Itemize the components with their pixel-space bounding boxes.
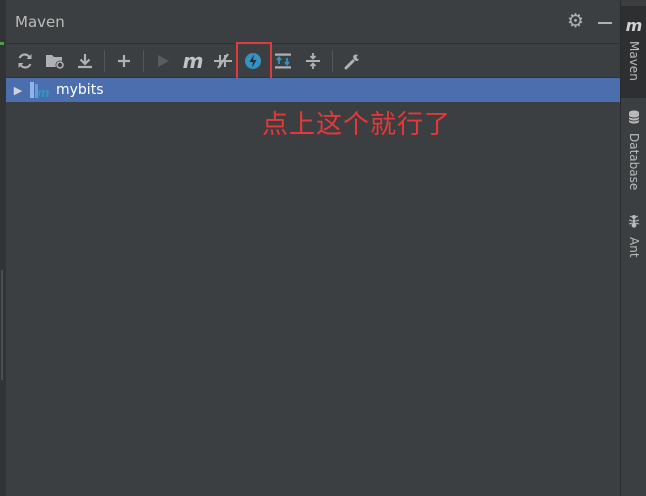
skip-tests-button[interactable] (236, 41, 272, 80)
folder-sync-icon (46, 54, 65, 69)
toggle-offline-button[interactable] (208, 46, 238, 76)
dependencies-icon (275, 53, 291, 68)
wrench-icon (344, 54, 359, 69)
project-name: mybits (56, 82, 104, 98)
toolbar-separator (332, 49, 333, 72)
stripe-database[interactable]: Database (621, 100, 646, 200)
right-tool-stripe: m Maven Database Ant (620, 0, 646, 496)
download-sources-button[interactable] (70, 46, 100, 76)
stripe-label: Ant (627, 237, 641, 258)
stripe-ant[interactable]: Ant (621, 204, 646, 264)
stripe-label: Maven (627, 41, 641, 81)
gutter-line (1, 270, 3, 380)
maven-project-icon: m (28, 80, 50, 100)
ant-icon (627, 214, 641, 231)
svg-text:m: m (37, 86, 50, 100)
stripe-label: Database (627, 133, 641, 191)
change-marker (0, 42, 4, 45)
reload-all-button[interactable] (10, 46, 40, 76)
run-button[interactable] (148, 46, 178, 76)
refresh-icon (18, 52, 32, 69)
plus-icon (118, 54, 130, 67)
play-icon (158, 54, 169, 67)
database-icon (628, 110, 640, 127)
add-project-button[interactable] (109, 46, 139, 76)
maven-settings-button[interactable] (337, 46, 367, 76)
maven-m-icon: m (625, 16, 643, 35)
collapse-icon (306, 52, 320, 69)
download-icon (78, 53, 92, 68)
collapse-all-button[interactable] (298, 46, 328, 76)
execute-goal-button[interactable]: m (178, 46, 208, 76)
toolbar-separator (104, 49, 105, 72)
gear-icon[interactable]: ⚙ (567, 12, 584, 31)
project-tree: ▶ m mybits (6, 78, 620, 102)
annotation-highlight-box (236, 41, 272, 80)
annotation-text: 点上这个就行了 (262, 110, 452, 140)
tool-window-title: Maven (15, 12, 65, 31)
tree-row-mybits[interactable]: ▶ m mybits (6, 78, 620, 102)
maven-m-icon: m (182, 48, 204, 73)
stripe-maven[interactable]: m Maven (621, 6, 646, 98)
header-actions: ⚙ (567, 12, 612, 31)
maven-tool-window: Maven ⚙ m ▶ m mybits 点上这个就行了 (6, 0, 620, 496)
offline-icon (214, 52, 232, 69)
maven-toolbar: m (6, 41, 620, 80)
show-dependencies-button[interactable] (268, 46, 298, 76)
generate-sources-button[interactable] (40, 46, 70, 76)
toolbar-separator (143, 49, 144, 72)
minimize-icon[interactable] (598, 21, 612, 24)
tool-window-header: Maven ⚙ (6, 0, 620, 44)
expand-arrow-icon[interactable]: ▶ (8, 84, 28, 97)
